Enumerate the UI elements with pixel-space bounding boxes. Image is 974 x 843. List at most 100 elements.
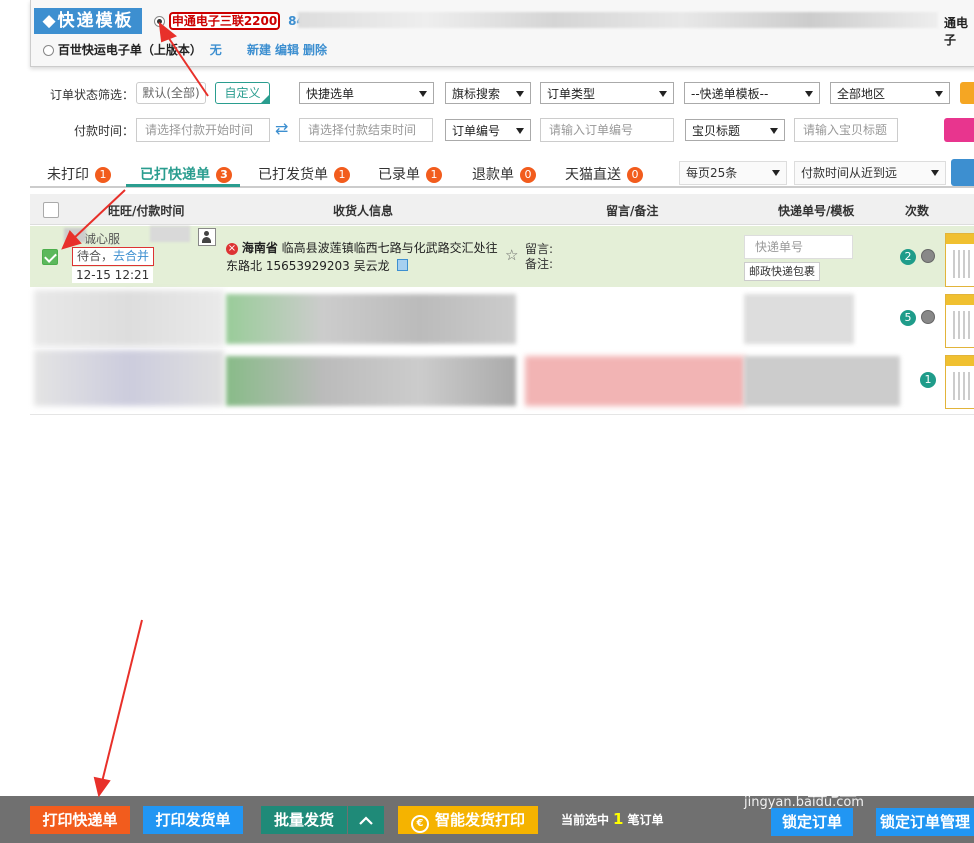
lock-order-button[interactable]: 锁定订单 bbox=[771, 808, 853, 836]
item-title-dropdown[interactable]: 宝贝标题 bbox=[685, 119, 785, 141]
star-icon[interactable]: ☆ bbox=[505, 246, 518, 264]
table-bottom-divider bbox=[30, 414, 974, 415]
express-template-dropdown[interactable]: --快递单模板-- bbox=[684, 82, 820, 104]
col-receiver: 收货人信息 bbox=[333, 204, 394, 218]
template-option-baishi[interactable]: 百世快运电子单（上版本） 无 bbox=[43, 41, 222, 58]
status-default-button[interactable]: 默认(全部) bbox=[136, 82, 206, 104]
message-label: 留言: bbox=[525, 242, 554, 256]
user-icon[interactable] bbox=[198, 228, 216, 246]
status-dot-icon bbox=[921, 310, 935, 324]
swap-icon[interactable]: ⇄ bbox=[275, 119, 288, 138]
tab-express-printed-label: 已打快递单 bbox=[140, 167, 210, 183]
template-tag[interactable]: 邮政快递包裹 bbox=[744, 262, 820, 281]
delete-template-link[interactable]: 删除 bbox=[303, 43, 327, 57]
template-option-shentong[interactable]: 申通电子三联2200 84 bbox=[154, 12, 305, 30]
tab-unprinted-count: 1 bbox=[95, 167, 111, 183]
tab-refund-label: 退款单 bbox=[472, 167, 514, 183]
row-checkbox[interactable] bbox=[42, 249, 58, 265]
go-merge-link[interactable]: 去合并 bbox=[113, 249, 149, 263]
smart-print-button[interactable]: € 智能发货打印 bbox=[398, 806, 538, 834]
blurred-address-cell bbox=[226, 356, 516, 406]
refresh-button-partial[interactable] bbox=[951, 159, 974, 186]
template-option-baishi-label: 百世快运电子单（上 bbox=[57, 43, 166, 57]
quick-select-dropdown[interactable]: 快捷选单 bbox=[299, 82, 434, 104]
product-thumbnail[interactable] bbox=[945, 294, 974, 348]
select-all-checkbox[interactable] bbox=[43, 202, 59, 218]
tab-tmall-direct-count: 0 bbox=[627, 167, 643, 183]
tab-express-printed[interactable]: 已打快递单 3 bbox=[140, 164, 232, 184]
col-buyer-paytime: 旺旺/付款时间 bbox=[108, 204, 185, 218]
custom-filter-button[interactable]: 自定义 bbox=[215, 82, 270, 104]
receiver-address: × 海南省 临高县波莲镇临西七路与化武路交汇处往东路北 15653929203 … bbox=[226, 239, 504, 275]
region-dropdown[interactable]: 全部地区 bbox=[830, 82, 950, 104]
active-tab-indicator bbox=[126, 184, 240, 187]
item-title-input[interactable]: 请输入宝贝标题 bbox=[794, 118, 898, 142]
copy-icon[interactable] bbox=[397, 259, 409, 271]
template-option-shentong-label: 申通电子三联2200 bbox=[168, 12, 281, 30]
product-thumbnail[interactable] bbox=[945, 355, 974, 409]
radio-selected-icon[interactable] bbox=[154, 16, 165, 27]
print-count-badge: 2 bbox=[900, 249, 916, 265]
batch-ship-button[interactable]: 批量发货 bbox=[261, 806, 347, 834]
sort-dropdown[interactable]: 付款时间从近到远 bbox=[794, 161, 946, 185]
tab-express-printed-count: 3 bbox=[216, 167, 232, 183]
order-no-dropdown[interactable]: 订单编号 bbox=[445, 119, 531, 141]
selection-count: 1 bbox=[613, 810, 624, 828]
print-count-badge: 1 bbox=[920, 372, 936, 388]
chevron-up-icon bbox=[359, 815, 373, 825]
blurred-buyer-cell bbox=[34, 350, 224, 406]
blurred-address-cell bbox=[226, 294, 516, 344]
status-dot-icon bbox=[921, 249, 935, 263]
blurred-buyer-suffix bbox=[150, 226, 190, 242]
new-template-link[interactable]: 新建 bbox=[247, 43, 271, 57]
wait-merge-label: 待合， bbox=[77, 249, 114, 263]
status-filter-label: 订单状态筛选： bbox=[50, 88, 135, 102]
print-delivery-button[interactable]: 打印发货单 bbox=[143, 806, 243, 834]
col-count: 次数 bbox=[905, 204, 930, 218]
blurred-message-cell bbox=[525, 356, 745, 406]
template-option-right-label[interactable]: 通电子 bbox=[944, 14, 974, 48]
express-template-title: ◆快递模板 bbox=[34, 8, 142, 34]
blurred-template-options bbox=[298, 12, 938, 28]
tab-delivery-printed-label: 已打发货单 bbox=[258, 167, 328, 183]
product-thumbnail[interactable] bbox=[945, 233, 974, 287]
per-page-dropdown[interactable]: 每页25条 bbox=[679, 161, 787, 185]
order-type-dropdown[interactable]: 订单类型 bbox=[540, 82, 674, 104]
pay-time-label: 付款时间： bbox=[74, 124, 135, 138]
tab-delivery-printed-count: 1 bbox=[334, 167, 350, 183]
tab-recorded[interactable]: 已录单 1 bbox=[378, 164, 442, 184]
blurred-buyer-cell bbox=[34, 290, 224, 346]
selection-suffix: 笔订单 bbox=[627, 813, 664, 827]
pay-start-input[interactable]: 请选择付款开始时间 bbox=[136, 118, 270, 142]
template-option-baishi-suffix: 版本） bbox=[165, 43, 202, 57]
radio-unselected-icon[interactable] bbox=[43, 45, 54, 56]
blurred-buyer-prefix bbox=[64, 228, 86, 242]
tab-unprinted[interactable]: 未打印 1 bbox=[47, 164, 111, 184]
blurred-tracking-cell bbox=[744, 294, 854, 344]
template-actions: 新建 编辑 删除 bbox=[247, 41, 331, 58]
merge-status: 待合，去合并 bbox=[72, 247, 155, 266]
lock-order-manage-button[interactable]: 锁定订单管理 bbox=[876, 808, 974, 836]
edit-template-link[interactable]: 编辑 bbox=[275, 43, 299, 57]
search-button-partial[interactable] bbox=[960, 82, 974, 104]
print-express-button[interactable]: 打印快递单 bbox=[30, 806, 130, 834]
print-count-badge: 5 bbox=[900, 310, 916, 326]
tracking-number-input[interactable]: 快递单号 bbox=[744, 235, 853, 259]
batch-ship-expand-button[interactable] bbox=[348, 806, 384, 834]
col-message-note: 留言/备注 bbox=[606, 204, 659, 218]
template-option-none-link[interactable]: 无 bbox=[210, 43, 222, 57]
note-label: 备注: bbox=[525, 257, 554, 271]
error-icon: × bbox=[226, 243, 238, 255]
order-no-input[interactable]: 请输入订单编号 bbox=[540, 118, 674, 142]
flag-search-dropdown[interactable]: 旗标搜索 bbox=[445, 82, 531, 104]
tab-unprinted-label: 未打印 bbox=[47, 167, 89, 183]
receiver-province: 海南省 bbox=[241, 241, 278, 255]
tab-tmall-direct-label: 天猫直送 bbox=[565, 167, 621, 183]
tab-recorded-label: 已录单 bbox=[378, 167, 420, 183]
tab-tmall-direct[interactable]: 天猫直送 0 bbox=[565, 164, 643, 184]
tab-refund[interactable]: 退款单 0 bbox=[472, 164, 536, 184]
tab-delivery-printed[interactable]: 已打发货单 1 bbox=[258, 164, 350, 184]
smart-print-icon: € bbox=[410, 815, 429, 833]
extra-button-partial[interactable] bbox=[944, 118, 974, 142]
pay-end-input[interactable]: 请选择付款结束时间 bbox=[299, 118, 433, 142]
